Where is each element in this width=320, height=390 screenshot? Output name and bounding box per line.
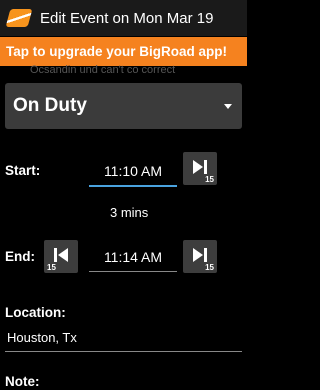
skip-back-icon (54, 248, 68, 262)
start-label: Start: (5, 163, 41, 178)
end-forward-15-button[interactable]: 15 (183, 240, 217, 273)
start-time-field[interactable]: 11:10 AM (89, 163, 177, 187)
title-bar: Edit Event on Mon Mar 19 (0, 0, 247, 36)
end-label: End: (5, 249, 35, 264)
upgrade-banner[interactable]: Tap to upgrade your BigRoad app! (0, 37, 247, 66)
duty-status-select[interactable]: On Duty (5, 83, 242, 129)
location-field[interactable]: Houston, Tx (5, 330, 242, 352)
app-logo-icon[interactable] (5, 7, 33, 29)
obscured-text: Ocsandin und can't co correct (30, 64, 176, 76)
note-label: Note: (5, 374, 40, 389)
end-back-15-button[interactable]: 15 (44, 240, 78, 273)
dropdown-caret-icon (224, 104, 232, 109)
duration-text: 3 mins (110, 205, 149, 220)
step-minutes: 15 (205, 175, 214, 184)
skip-forward-icon (193, 248, 207, 262)
end-time-field[interactable]: 11:14 AM (89, 249, 177, 272)
step-minutes: 15 (47, 263, 56, 272)
skip-forward-icon (193, 160, 207, 174)
step-minutes: 15 (205, 263, 214, 272)
upgrade-banner-text: Tap to upgrade your BigRoad app! (6, 44, 227, 59)
duty-status-value: On Duty (13, 95, 87, 116)
page-title: Edit Event on Mon Mar 19 (40, 9, 214, 27)
location-label: Location: (5, 305, 66, 320)
start-forward-15-button[interactable]: 15 (183, 152, 217, 185)
